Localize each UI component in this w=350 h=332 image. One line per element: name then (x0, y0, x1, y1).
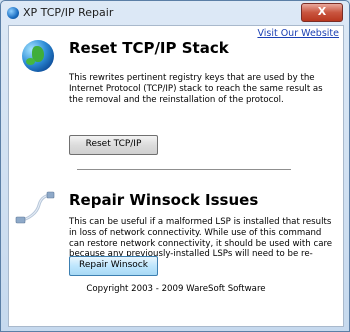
repair-winsock-heading: Repair Winsock Issues (69, 191, 259, 209)
window-title: XP TCP/IP Repair (23, 6, 114, 19)
app-window: XP TCP/IP Repair X Visit Our Website Res… (0, 0, 350, 332)
main-panel: Visit Our Website Reset TCP/IP Stack Thi… (8, 25, 344, 327)
repair-winsock-button[interactable]: Repair Winsock (69, 256, 158, 276)
section-divider (77, 169, 291, 170)
close-button[interactable]: X (301, 3, 343, 22)
network-cable-icon (15, 191, 55, 224)
visit-website-link[interactable]: Visit Our Website (257, 28, 339, 39)
reset-tcpip-description: This rewrites pertinent registry keys th… (69, 73, 323, 105)
title-bar[interactable]: XP TCP/IP Repair X (1, 1, 349, 25)
app-icon (7, 7, 19, 19)
globe-icon (22, 40, 54, 72)
copyright-text: Copyright 2003 - 2009 WareSoft Software (86, 284, 266, 294)
reset-tcpip-heading: Reset TCP/IP Stack (69, 39, 229, 57)
reset-tcpip-button[interactable]: Reset TCP/IP (69, 135, 158, 155)
